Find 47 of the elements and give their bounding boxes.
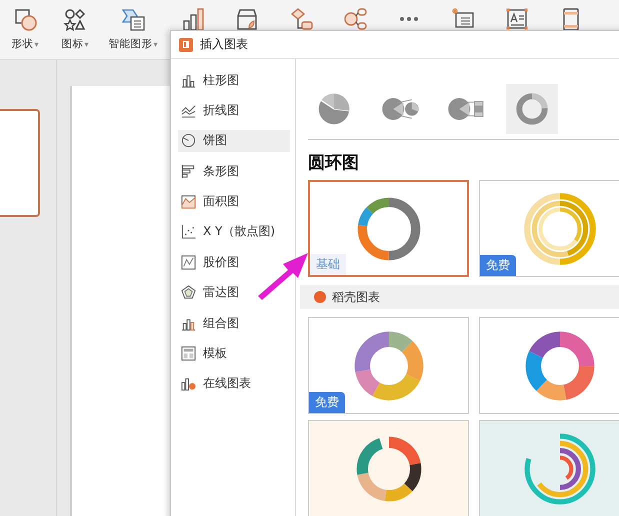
chart-type-icon bbox=[181, 194, 196, 210]
chart-type-item[interactable]: 雷达图 bbox=[178, 282, 243, 304]
card-badge: 免费 bbox=[480, 255, 516, 276]
ribbon-tool-icon[interactable] bbox=[121, 7, 145, 31]
card-badge: 基础 bbox=[310, 254, 346, 275]
app-logo-icon bbox=[179, 38, 193, 52]
slide-thumbnail[interactable] bbox=[0, 109, 40, 217]
chart-type-item[interactable]: 模板 bbox=[178, 342, 231, 365]
chart-type-item[interactable]: 股价图 bbox=[178, 251, 243, 274]
chart-type-item[interactable]: 饼图 bbox=[178, 130, 290, 152]
chart-template-card[interactable]: 免费 bbox=[479, 180, 619, 277]
chart-type-item[interactable]: 折线图 bbox=[178, 99, 243, 122]
chart-type-icon bbox=[181, 346, 196, 362]
chart-template-card[interactable] bbox=[308, 420, 469, 516]
chart-type-icon bbox=[181, 376, 196, 392]
chart-template-card[interactable]: 免费 bbox=[308, 317, 469, 414]
chart-type-icon bbox=[181, 102, 196, 118]
ribbon-tool-label[interactable]: 图标 bbox=[61, 37, 84, 51]
section-heading: 圆环图 bbox=[308, 152, 360, 174]
chart-template-card[interactable] bbox=[479, 317, 619, 414]
chart-type-item[interactable]: 组合图 bbox=[178, 312, 243, 334]
chart-type-item[interactable]: 面积图 bbox=[178, 190, 243, 213]
card-badge: 免费 bbox=[309, 392, 345, 413]
ribbon-tool-icon[interactable] bbox=[181, 7, 205, 31]
annotation-arrow bbox=[258, 253, 308, 301]
chart-type-item[interactable]: X Y（散点图) bbox=[178, 220, 280, 243]
ribbon-tool-icon[interactable] bbox=[235, 7, 259, 31]
chart-type-item[interactable]: 柱形图 bbox=[178, 69, 243, 91]
ribbon-tool-icon[interactable] bbox=[289, 7, 313, 31]
chart-type-icon bbox=[181, 72, 196, 88]
chart-type-icon bbox=[181, 164, 196, 179]
chart-type-item[interactable]: 在线图表 bbox=[178, 372, 255, 395]
ribbon-tool-icon[interactable] bbox=[13, 7, 37, 31]
chart-type-icon bbox=[181, 254, 196, 270]
chart-type-icon bbox=[181, 224, 196, 240]
ribbon-tool-label[interactable]: 智能图形 bbox=[108, 37, 152, 51]
ribbon-tool-label[interactable]: 形状 bbox=[11, 37, 34, 51]
chart-type-icon bbox=[181, 285, 196, 300]
ribbon-tool-icon[interactable] bbox=[505, 7, 529, 31]
ribbon-tool-icon[interactable] bbox=[63, 7, 87, 31]
chart-type-item[interactable]: 条形图 bbox=[178, 160, 243, 182]
section-title: 稻壳图表 bbox=[332, 288, 380, 306]
ribbon-tool-icon[interactable] bbox=[343, 7, 367, 31]
chart-template-card[interactable] bbox=[479, 420, 619, 516]
dialog-title: 插入图表 bbox=[200, 36, 248, 53]
chart-subtype-option[interactable] bbox=[506, 84, 558, 134]
chart-type-icon bbox=[181, 133, 196, 148]
